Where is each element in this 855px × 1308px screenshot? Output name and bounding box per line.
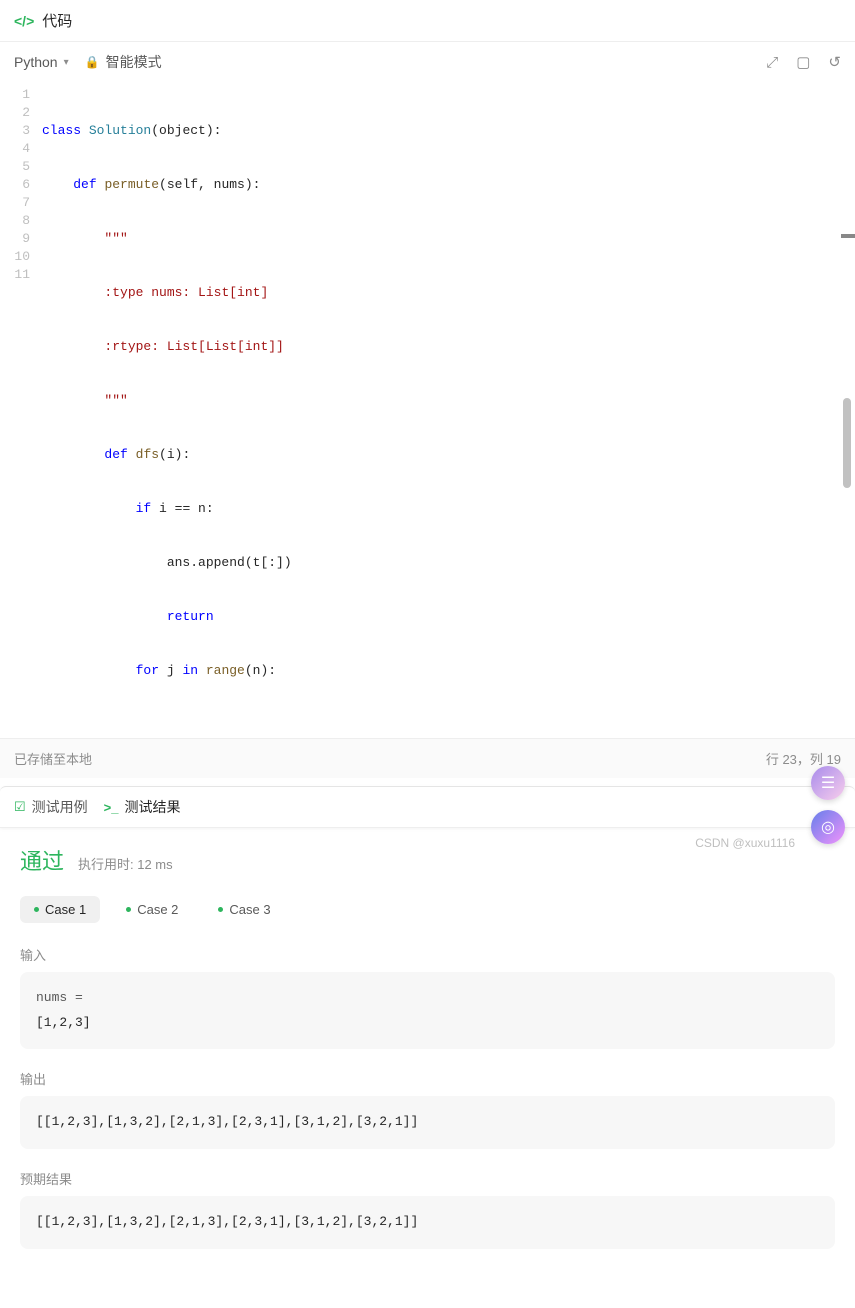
input-label: 输入 <box>20 945 835 964</box>
status-bar: 已存储至本地 行 23，列 19 <box>0 738 855 778</box>
mode-indicator[interactable]: 🔒 智能模式 <box>85 52 162 72</box>
save-status: 已存储至本地 <box>14 749 92 768</box>
bookmark-icon[interactable]: ▢ <box>796 53 810 71</box>
assistant-button[interactable]: ◎ <box>811 810 845 844</box>
expected-value: [[1,2,3],[1,3,2],[2,1,3],[2,3,1],[3,1,2]… <box>36 1210 819 1235</box>
toolbar-right: ⤢ ▢ ↺ <box>766 53 841 71</box>
toolbar-left: Python ▾ 🔒 智能模式 <box>14 52 162 72</box>
language-label: Python <box>14 54 58 70</box>
mode-label: 智能模式 <box>106 52 162 72</box>
output-value: [[1,2,3],[1,3,2],[2,1,3],[2,3,1],[3,1,2]… <box>36 1110 819 1135</box>
terminal-icon: >_ <box>104 800 119 815</box>
line-number: 3 <box>0 122 30 140</box>
tab-label: 测试结果 <box>124 797 180 817</box>
results-panel: 通过 执行用时: 12 ms Case 1 Case 2 Case 3 输入 n… <box>0 828 855 1308</box>
line-gutter: 1 2 3 4 5 6 7 8 9 10 11 <box>0 86 42 734</box>
tab-label: 测试用例 <box>32 797 88 817</box>
status-dot <box>126 907 131 912</box>
line-number: 2 <box>0 104 30 122</box>
expand-icon[interactable]: ⤢ <box>766 54 778 71</box>
tab-testcases[interactable]: ☑ 测试用例 <box>14 797 88 817</box>
line-number: 11 <box>0 266 30 284</box>
lock-icon: 🔒 <box>85 55 100 69</box>
result-tabs: ☑ 测试用例 >_ 测试结果 <box>0 786 855 828</box>
code-editor[interactable]: 1 2 3 4 5 6 7 8 9 10 11 class Solution(o… <box>0 82 855 738</box>
input-block: nums = [1,2,3] <box>20 972 835 1049</box>
line-number: 10 <box>0 248 30 266</box>
input-value: [1,2,3] <box>36 1011 819 1036</box>
output-label: 输出 <box>20 1069 835 1088</box>
reset-icon[interactable]: ↺ <box>828 53 841 71</box>
input-var: nums = <box>36 986 819 1011</box>
line-number: 7 <box>0 194 30 212</box>
case-tabs: Case 1 Case 2 Case 3 <box>20 896 835 923</box>
runtime-label: 执行用时: 12 ms <box>78 854 173 873</box>
line-number: 9 <box>0 230 30 248</box>
status-dot <box>34 907 39 912</box>
output-block: [[1,2,3],[1,3,2],[2,1,3],[2,3,1],[3,1,2]… <box>20 1096 835 1149</box>
line-number: 8 <box>0 212 30 230</box>
case-tab-3[interactable]: Case 3 <box>204 896 284 923</box>
header-title: 代码 <box>42 10 72 31</box>
language-selector[interactable]: Python ▾ <box>14 54 69 70</box>
line-number: 4 <box>0 140 30 158</box>
code-icon: </> <box>14 13 34 29</box>
editor-header: </> 代码 <box>0 0 855 42</box>
watermark: CSDN @xuxu1116 <box>695 836 795 850</box>
case-tab-2[interactable]: Case 2 <box>112 896 192 923</box>
expected-label: 预期结果 <box>20 1169 835 1188</box>
chevron-down-icon: ▾ <box>64 57 69 68</box>
check-icon: ☑ <box>14 799 26 815</box>
case-tab-1[interactable]: Case 1 <box>20 896 100 923</box>
pass-label: 通过 <box>20 844 64 876</box>
line-number: 6 <box>0 176 30 194</box>
translate-button[interactable]: ☰ <box>811 766 845 800</box>
line-number: 1 <box>0 86 30 104</box>
tab-results[interactable]: >_ 测试结果 <box>104 797 181 817</box>
line-number: 5 <box>0 158 30 176</box>
expected-block: [[1,2,3],[1,3,2],[2,1,3],[2,3,1],[3,1,2]… <box>20 1196 835 1249</box>
status-dot <box>218 907 223 912</box>
code-area[interactable]: class Solution(object): def permute(self… <box>42 86 855 734</box>
editor-toolbar: Python ▾ 🔒 智能模式 ⤢ ▢ ↺ <box>0 42 855 82</box>
minimap-handle[interactable] <box>841 234 855 238</box>
scrollbar-thumb[interactable] <box>843 398 851 488</box>
